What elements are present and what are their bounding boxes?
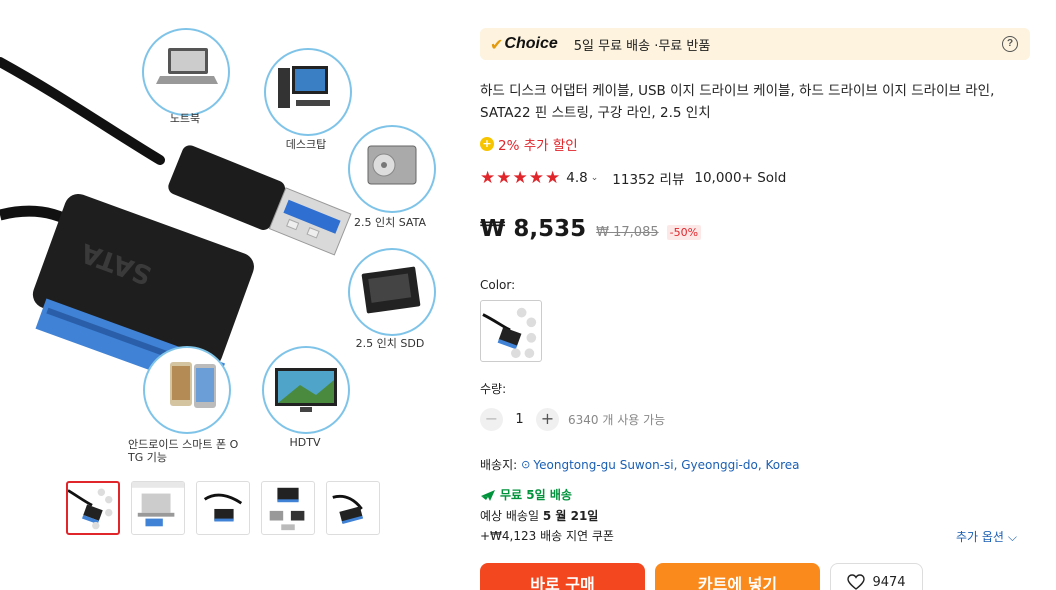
ship-to-location-link[interactable]: Yeongtong-gu Suwon-si, Gyeonggi-do, Kore… — [533, 458, 799, 472]
ssd-icon — [361, 266, 421, 314]
ship-to-label: 배송지: — [480, 458, 518, 472]
star-icon: ★ — [545, 168, 561, 188]
more-options-label: 추가 옵션 — [956, 530, 1004, 544]
feature-label-android: 안드로이드 스마트 폰 O TG 기능 — [128, 438, 239, 464]
ship-to-row: 배송지: ⊙ Yeongtong-gu Suwon-si, Gyeonggi-d… — [480, 456, 799, 473]
chevron-down-icon: ⌵ — [1007, 530, 1017, 544]
airplane-icon — [481, 489, 495, 501]
extra-discount-text: 2% 추가 할인 — [498, 138, 578, 154]
stock-available: 6340 개 사용 가능 — [568, 413, 666, 427]
quantity-plus-button[interactable]: + — [536, 408, 559, 431]
extra-discount: + 2% 추가 할인 — [480, 134, 578, 154]
thumbnail-1[interactable] — [66, 481, 120, 535]
product-info-panel: ✔ Choice 5일 무료 배송 ·무료 반품 ? 하드 디스크 어댑터 케이… — [480, 0, 1056, 590]
add-to-cart-button[interactable]: 카트에 넣기 — [655, 563, 820, 590]
feature-label-hdtv: HDTV — [289, 436, 321, 449]
star-icon: ★ — [496, 168, 512, 188]
thumbnail-5[interactable] — [326, 481, 380, 535]
chevron-down-icon[interactable]: ⌄ — [591, 173, 599, 183]
tv-icon — [275, 368, 337, 412]
color-option-swatch[interactable] — [480, 300, 542, 362]
hard-drive-icon — [367, 145, 417, 185]
quantity-value[interactable]: 1 — [503, 412, 536, 427]
review-count[interactable]: 11352 리뷰 — [612, 168, 684, 188]
rating-value[interactable]: 4.8 — [566, 170, 587, 186]
desktop-icon — [278, 66, 330, 108]
location-pin-icon: ⊙ — [521, 458, 531, 471]
wishlist-button[interactable]: 9474 — [830, 563, 923, 590]
color-label: Color: — [480, 278, 516, 292]
thumbnail-strip — [66, 481, 380, 535]
free-shipping-row: 무료 5일 배송 — [480, 486, 572, 503]
star-icon: ★ — [480, 168, 496, 188]
discount-badge: -50% — [666, 225, 702, 240]
star-icon: ★ — [528, 168, 544, 188]
help-icon[interactable]: ? — [1002, 36, 1018, 52]
star-rating[interactable]: ★ ★ ★ ★ ★ — [480, 169, 560, 187]
coin-plus-icon: + — [480, 137, 494, 151]
current-price: ₩ 8,535 — [480, 216, 587, 242]
star-icon: ★ — [512, 168, 528, 188]
feature-label-ssd: 2.5 인치 SDD — [355, 337, 425, 350]
feature-label-sata: 2.5 인치 SATA — [354, 216, 426, 229]
rating-row: ★ ★ ★ ★ ★ 4.8 ⌄ 11352 리뷰 10,000+ Sold — [480, 168, 786, 188]
wishlist-count: 9474 — [872, 574, 906, 590]
more-options-link[interactable]: 추가 옵션 ⌵ — [956, 528, 1017, 545]
delivery-estimate: 예상 배송일 5 월 21일 — [480, 507, 598, 524]
main-product-image[interactable]: SATA — [0, 0, 440, 470]
choice-label: Choice — [504, 35, 558, 52]
price-row: ₩ 8,535 ₩ 17,085 -50% — [480, 216, 702, 242]
delivery-estimate-prefix: 예상 배송일 — [480, 509, 543, 523]
feature-label-desktop: 데스크탑 — [285, 138, 327, 151]
checkmark-icon: ✔ — [490, 34, 504, 54]
quantity-label: 수량: — [480, 382, 507, 396]
original-price: ₩ 17,085 — [596, 225, 659, 240]
thumbnail-2[interactable] — [131, 481, 185, 535]
buy-now-button[interactable]: 바로 구매 — [480, 563, 645, 590]
thumbnail-4[interactable] — [261, 481, 315, 535]
feature-label-laptop: 노트북 — [169, 112, 201, 125]
heart-icon — [847, 574, 866, 590]
product-title: 하드 디스크 어댑터 케이블, USB 이지 드라이브 케이블, 하드 드라이브… — [480, 83, 995, 121]
free-shipping-text: 무료 5일 배송 — [500, 488, 572, 502]
thumbnail-3[interactable] — [196, 481, 250, 535]
choice-shipping-text: 5일 무료 배송 ·무료 반품 — [573, 38, 711, 54]
sold-count: 10,000+ Sold — [694, 170, 787, 186]
delay-coupon: +₩4,123 배송 지연 쿠폰 — [480, 529, 614, 543]
quantity-stepper: − 1 + 6340 개 사용 가능 — [480, 408, 665, 431]
quantity-minus-button[interactable]: − — [480, 408, 503, 431]
product-gallery: SATA 노트북 데스크탑 2.5 인치 SATA 2.5 인치 SDD 안드로… — [0, 0, 440, 590]
choice-banner: ✔ Choice 5일 무료 배송 ·무료 반품 ? — [480, 28, 1030, 60]
delivery-date: 5 월 21일 — [542, 509, 599, 523]
